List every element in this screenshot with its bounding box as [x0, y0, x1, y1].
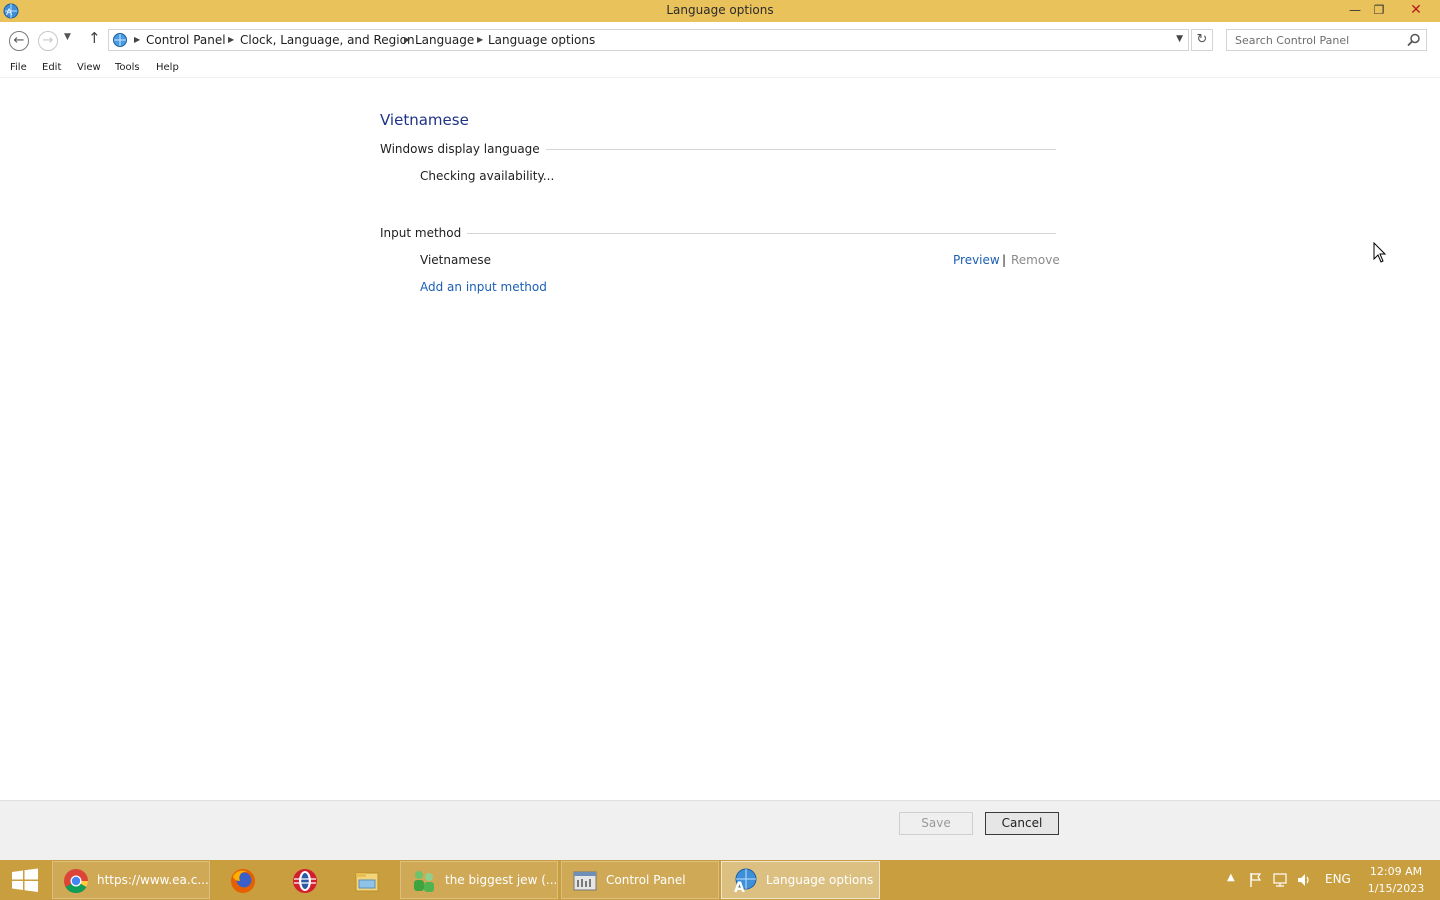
network-icon[interactable]	[1272, 872, 1288, 888]
page-title: Vietnamese	[380, 111, 469, 129]
taskbar-label: the biggest jew (...	[445, 873, 558, 887]
display-language-heading: Windows display language	[380, 142, 546, 156]
section-divider	[380, 233, 1056, 234]
taskbar-label: Language options	[766, 873, 874, 887]
chat-icon	[414, 871, 434, 892]
breadcrumb-control-panel[interactable]: Control Panel	[146, 33, 226, 47]
menu-file[interactable]: File	[10, 62, 27, 73]
control-panel-icon	[573, 871, 597, 891]
control-panel-language-icon	[113, 33, 127, 47]
taskbar-item-opera[interactable]	[274, 861, 334, 899]
clock-date: 1/15/2023	[1367, 882, 1425, 895]
taskbar-item-chrome[interactable]: https://www.ea.c...	[52, 861, 210, 899]
language-icon: A	[734, 868, 757, 895]
display-language-status: Checking availability...	[420, 169, 555, 183]
taskbar-item-chat[interactable]: the biggest jew (...	[400, 861, 558, 899]
up-button[interactable]: ↑	[88, 29, 101, 47]
window-title: Language options	[666, 3, 774, 17]
menu-help[interactable]: Help	[156, 62, 179, 73]
add-input-method-link[interactable]: Add an input method	[420, 280, 547, 294]
menu-edit[interactable]: Edit	[42, 62, 61, 73]
refresh-button[interactable]: ↻	[1191, 29, 1213, 51]
main-content: Vietnamese Windows display language Chec…	[0, 79, 1440, 800]
taskbar-item-firefox[interactable]	[212, 861, 272, 899]
menu-tools[interactable]: Tools	[115, 62, 140, 73]
cancel-button[interactable]: Cancel	[985, 812, 1059, 835]
taskbar-item-file-explorer[interactable]	[336, 861, 398, 899]
link-separator: |	[1002, 253, 1007, 267]
forward-button[interactable]: →	[38, 31, 58, 51]
taskbar-label: Control Panel	[606, 873, 686, 887]
title-bar: A Language options — ❐ ✕	[0, 0, 1440, 22]
show-hidden-icons-icon[interactable]: ▲	[1227, 872, 1235, 888]
input-language-indicator[interactable]: ENG	[1325, 872, 1351, 888]
volume-icon[interactable]	[1296, 872, 1312, 888]
back-button[interactable]: ←	[9, 31, 29, 51]
address-dropdown-icon[interactable]: ▼	[1176, 34, 1183, 44]
input-method-heading: Input method	[380, 226, 468, 240]
search-box[interactable]	[1226, 29, 1427, 51]
restore-button[interactable]: ❐	[1366, 0, 1392, 20]
address-bar[interactable]: ▶ Control Panel ▶ Clock, Language, and R…	[108, 29, 1189, 51]
system-clock[interactable]: 12:09 AM 1/15/2023	[1360, 863, 1432, 897]
menu-view[interactable]: View	[77, 62, 101, 73]
navigation-bar: ← → ▼ ↑ ▶ Control Panel ▶ Clock, Languag…	[0, 22, 1440, 58]
mouse-cursor-icon	[1373, 242, 1387, 263]
taskbar: https://www.ea.c... the biggest jew (...…	[0, 860, 1440, 900]
minimize-button[interactable]: —	[1342, 0, 1368, 20]
preview-link[interactable]: Preview	[953, 253, 1000, 267]
dialog-footer: Save Cancel	[0, 800, 1440, 860]
svg-text:A: A	[734, 880, 745, 895]
chrome-icon	[64, 869, 89, 894]
recent-locations-icon[interactable]: ▼	[64, 32, 71, 42]
firefox-icon	[231, 869, 255, 893]
action-center-flag-icon[interactable]	[1248, 872, 1264, 888]
breadcrumb-language[interactable]: Language	[415, 33, 474, 47]
breadcrumb-clock-language-region[interactable]: Clock, Language, and Region	[240, 33, 415, 47]
taskbar-item-language-options[interactable]: A Language options	[721, 861, 880, 899]
breadcrumb-separator-icon: ▶	[477, 35, 484, 44]
opera-icon	[293, 869, 317, 893]
taskbar-item-control-panel[interactable]: Control Panel	[561, 861, 719, 899]
remove-link[interactable]: Remove	[1011, 253, 1060, 267]
save-button[interactable]: Save	[899, 812, 973, 835]
input-method-name: Vietnamese	[420, 253, 492, 267]
close-button[interactable]: ✕	[1398, 0, 1434, 20]
start-button-windows-icon[interactable]	[0, 860, 50, 900]
clock-time: 12:09 AM	[1369, 865, 1423, 878]
file-explorer-icon	[355, 872, 379, 892]
breadcrumb-separator-icon: ▶	[134, 35, 141, 44]
search-icon[interactable]	[1406, 32, 1422, 48]
breadcrumb-separator-icon: ▶	[404, 35, 411, 44]
menu-bar: File Edit View Tools Help	[0, 58, 1440, 78]
breadcrumb-language-options[interactable]: Language options	[488, 33, 595, 47]
breadcrumb-separator-icon: ▶	[228, 35, 235, 44]
taskbar-label: https://www.ea.c...	[97, 873, 209, 887]
search-input[interactable]	[1227, 30, 1403, 50]
